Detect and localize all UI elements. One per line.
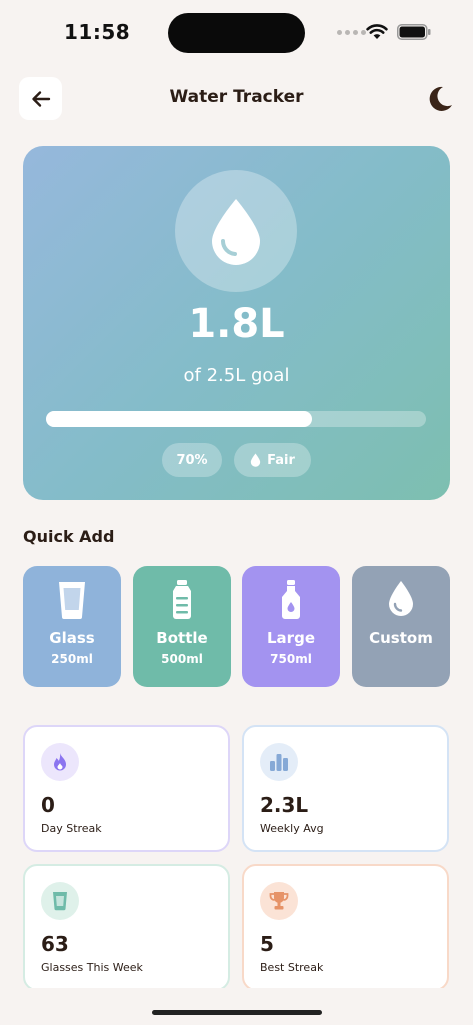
stat-label: Glasses This Week: [41, 961, 143, 974]
quick-add-label: Large: [267, 629, 315, 647]
stat-value: 5: [260, 932, 274, 956]
wifi-icon: [366, 24, 388, 39]
stat-icon-circle: [260, 882, 298, 920]
bar-chart-icon: [270, 754, 288, 771]
percent-label: 70%: [176, 452, 208, 468]
stat-icon-circle: [41, 743, 79, 781]
trophy-icon: [269, 892, 289, 910]
drop-icon-circle: [175, 170, 297, 292]
daily-goal-text: of 2.5L goal: [183, 365, 290, 386]
stat-label: Weekly Avg: [260, 822, 324, 835]
quick-add-amount: 500ml: [161, 652, 203, 666]
stat-icon-circle: [260, 743, 298, 781]
quick-add-label: Glass: [49, 629, 95, 647]
stat-value: 63: [41, 932, 69, 956]
glass-icon: [59, 582, 85, 619]
quick-add-label: Custom: [369, 629, 433, 647]
quick-add-bottle-button[interactable]: Bottle 500ml: [133, 566, 231, 687]
status-bar: 11:58: [0, 0, 473, 64]
quick-add-label: Bottle: [156, 629, 208, 647]
current-intake: 1.8L: [188, 301, 285, 347]
stat-card-weekly-avg: 2.3L Weekly Avg: [242, 725, 449, 852]
status-label: Fair: [267, 452, 295, 468]
stat-icon-circle: [41, 882, 79, 920]
dynamic-island: [168, 13, 305, 53]
progress-bar-fill: [46, 411, 312, 427]
stat-value: 0: [41, 793, 55, 817]
stat-card-day-streak: 0 Day Streak: [23, 725, 230, 852]
quick-add-title: Quick Add: [23, 527, 115, 546]
home-indicator[interactable]: [152, 1010, 322, 1015]
moon-icon: [429, 86, 452, 111]
status-badge: Fair: [234, 443, 311, 477]
quick-add-large-button[interactable]: Large 750ml: [242, 566, 340, 687]
quick-add-custom-button[interactable]: Custom: [352, 566, 450, 687]
bottom-safe-area: [0, 988, 473, 1025]
page-title: Water Tracker: [169, 87, 304, 107]
stat-card-glasses-week: 63 Glasses This Week: [23, 864, 230, 991]
water-drop-icon: [212, 199, 260, 265]
status-time: 11:58: [64, 20, 131, 44]
stat-label: Best Streak: [260, 961, 324, 974]
water-drop-icon: [389, 581, 413, 616]
progress-bar: [46, 411, 426, 427]
stat-label: Day Streak: [41, 822, 102, 835]
quick-add-amount: 250ml: [51, 652, 93, 666]
glass-icon: [53, 892, 67, 911]
battery-icon: [397, 24, 431, 40]
water-drop-icon: [250, 453, 261, 467]
theme-toggle-button[interactable]: [425, 84, 455, 114]
large-bottle-icon: [282, 580, 300, 619]
cellular-signal-icon: [337, 30, 366, 35]
stat-value: 2.3L: [260, 793, 309, 817]
stat-card-best-streak: 5 Best Streak: [242, 864, 449, 991]
percent-badge: 70%: [162, 443, 222, 477]
flame-icon: [54, 753, 66, 771]
quick-add-glass-button[interactable]: Glass 250ml: [23, 566, 121, 687]
bottle-icon: [173, 580, 191, 619]
water-progress-card: 1.8L of 2.5L goal 70% Fair: [23, 146, 450, 500]
quick-add-amount: 750ml: [270, 652, 312, 666]
